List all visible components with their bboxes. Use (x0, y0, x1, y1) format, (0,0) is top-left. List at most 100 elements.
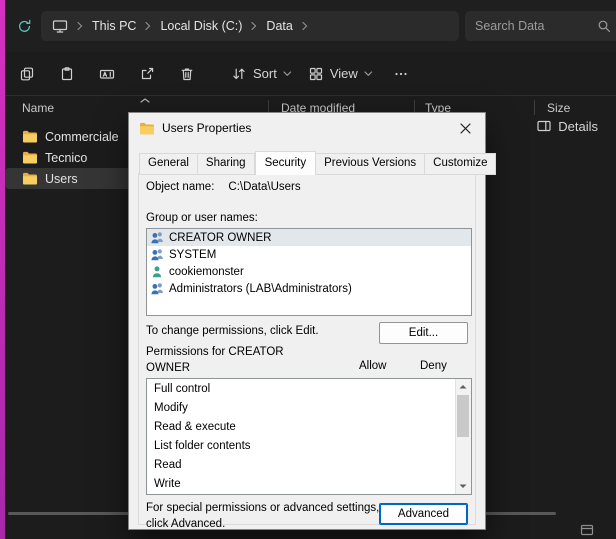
permission-write: Write (147, 474, 471, 493)
tab-customize[interactable]: Customize (425, 153, 496, 175)
details-pane-icon (536, 118, 552, 134)
advanced-hint-text: For special permissions or advanced sett… (146, 501, 391, 532)
edit-hint-text: To change permissions, click Edit. (146, 325, 319, 337)
search-placeholder: Search Data (475, 19, 544, 33)
paste-button[interactable] (47, 57, 87, 91)
file-name: Tecnico (45, 151, 87, 165)
tab-previous-versions[interactable]: Previous Versions (316, 153, 425, 175)
chevron-right-icon[interactable] (77, 21, 83, 31)
permission-modify: Modify (147, 398, 471, 417)
trash-icon (179, 66, 195, 82)
share-icon (139, 66, 155, 82)
left-accent-strip (0, 0, 5, 539)
permission-name: List folder contents (154, 440, 251, 452)
address-bar[interactable]: This PC Local Disk (C:) Data (41, 11, 459, 41)
rename-icon (99, 66, 115, 82)
view-button[interactable]: View (300, 57, 381, 91)
permission-name: Read (154, 459, 182, 471)
permission-full-control: Full control (147, 379, 471, 398)
close-button[interactable] (447, 114, 483, 142)
file-list: Commerciale Tecnico Users (5, 126, 137, 189)
scroll-up-icon[interactable] (456, 379, 470, 394)
file-name: Commerciale (45, 130, 119, 144)
object-name-row: Object name: C:\Data\Users (146, 181, 301, 193)
permission-name: Write (154, 478, 181, 490)
share-button[interactable] (127, 57, 167, 91)
permission-list-folder-contents: List folder contents (147, 436, 471, 455)
permission-read-execute: Read & execute (147, 417, 471, 436)
paste-icon (59, 66, 75, 82)
folder-icon (139, 122, 155, 135)
chevron-right-icon[interactable] (145, 21, 151, 31)
principal-administrators[interactable]: Administrators (LAB\Administrators) (147, 280, 471, 297)
permissions-for-label: Permissions for CREATOR OWNER (146, 345, 311, 376)
chevron-right-icon[interactable] (251, 21, 257, 31)
file-row-commerciale[interactable]: Commerciale (5, 126, 136, 147)
sort-icon (231, 66, 247, 82)
folder-icon (22, 151, 38, 164)
allow-column-header: Allow (359, 360, 386, 372)
file-name: Users (45, 172, 78, 186)
file-row-users[interactable]: Users (5, 168, 136, 189)
tab-general[interactable]: General (139, 153, 198, 175)
close-icon (460, 123, 471, 134)
security-tab-page: Object name: C:\Data\Users Group or user… (138, 173, 476, 525)
column-header-name[interactable]: Name (22, 101, 54, 115)
refresh-button[interactable] (11, 13, 37, 39)
principal-cookiemonster[interactable]: cookiemonster (147, 263, 471, 280)
permission-name: Full control (154, 383, 210, 395)
refresh-icon (16, 18, 33, 35)
principal-creator-owner[interactable]: CREATOR OWNER (147, 229, 471, 246)
details-label: Details (558, 119, 598, 134)
breadcrumb-this-pc[interactable]: This PC (92, 19, 136, 33)
sort-label: Sort (253, 66, 277, 81)
folder-icon (22, 172, 38, 185)
sort-ascending-icon (140, 98, 150, 103)
deny-column-header: Deny (420, 360, 447, 372)
group-user-list: CREATOR OWNER SYSTEM cookiemonster (146, 228, 472, 316)
this-pc-icon (52, 19, 68, 34)
view-label: View (330, 66, 358, 81)
ellipsis-icon (393, 66, 409, 82)
screen: This PC Local Disk (C:) Data Search Data (0, 0, 616, 539)
tab-security[interactable]: Security (255, 151, 317, 175)
permission-name: Read & execute (154, 421, 236, 433)
principal-system[interactable]: SYSTEM (147, 246, 471, 263)
sort-button[interactable]: Sort (223, 57, 300, 91)
users-properties-dialog: Users Properties General Sharing Securit… (128, 112, 486, 530)
column-header-size[interactable]: Size (547, 101, 570, 115)
rename-button[interactable] (87, 57, 127, 91)
search-icon[interactable] (597, 19, 611, 33)
search-box[interactable]: Search Data (465, 11, 616, 41)
chevron-right-icon[interactable] (302, 21, 308, 31)
group-icon (150, 248, 164, 261)
scrollbar-thumb[interactable] (457, 395, 469, 437)
command-toolbar: Sort View Details (5, 52, 616, 96)
explorer-topbar: This PC Local Disk (C:) Data Search Data (5, 0, 616, 52)
tab-sharing[interactable]: Sharing (198, 153, 255, 175)
advanced-button[interactable]: Advanced (379, 503, 468, 525)
user-icon (150, 265, 164, 278)
breadcrumb-local-disk-c[interactable]: Local Disk (C:) (160, 19, 242, 33)
group-icon (150, 282, 164, 295)
chevron-down-icon (283, 71, 292, 77)
dialog-title-bar: Users Properties (129, 113, 485, 143)
breadcrumb-data[interactable]: Data (266, 19, 292, 33)
view-toggle-icon[interactable] (580, 524, 594, 536)
chevron-down-icon (364, 71, 373, 77)
dialog-title: Users Properties (162, 121, 251, 135)
folder-icon (22, 130, 38, 143)
permissions-scrollbar[interactable] (455, 379, 471, 494)
copy-button[interactable] (7, 57, 47, 91)
edit-button[interactable]: Edit... (379, 322, 468, 344)
permission-read: Read (147, 455, 471, 474)
more-options-button[interactable] (381, 57, 421, 91)
delete-button[interactable] (167, 57, 207, 91)
scroll-down-icon[interactable] (456, 479, 470, 494)
principal-name: Administrators (LAB\Administrators) (169, 283, 352, 295)
object-name-value: C:\Data\Users (228, 181, 300, 193)
file-row-tecnico[interactable]: Tecnico (5, 147, 136, 168)
principal-name: cookiemonster (169, 266, 244, 278)
group-names-label: Group or user names: (146, 212, 258, 224)
column-divider[interactable] (534, 100, 535, 115)
